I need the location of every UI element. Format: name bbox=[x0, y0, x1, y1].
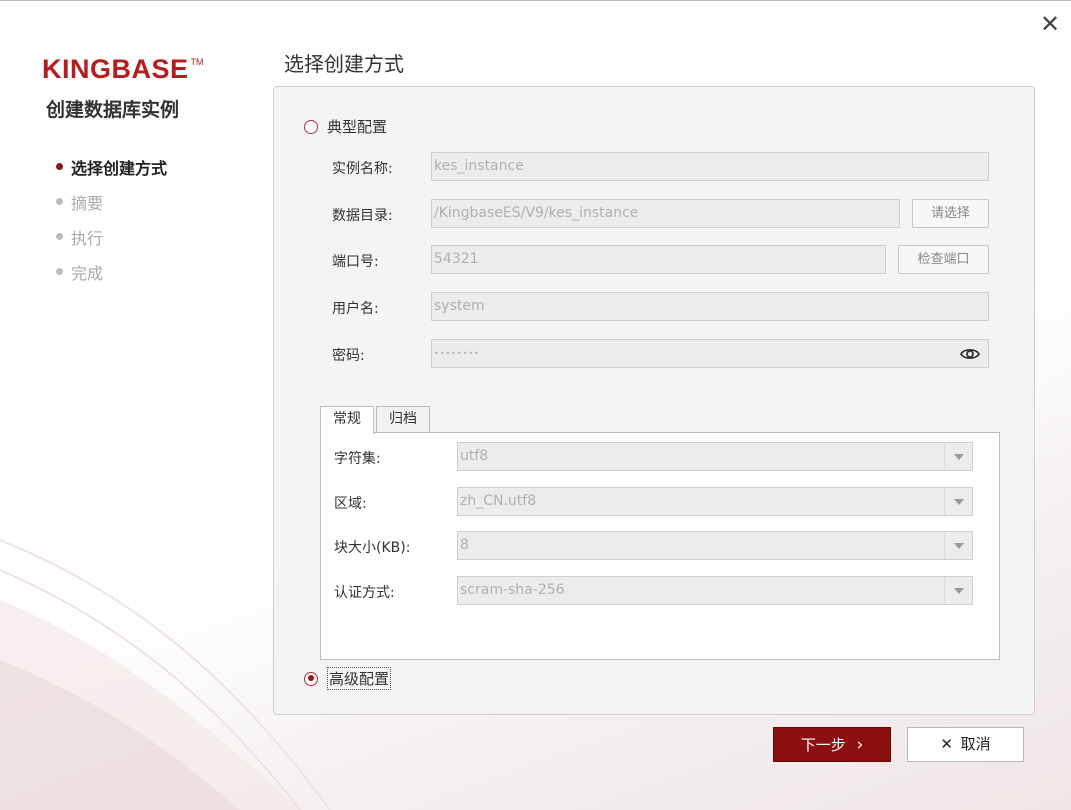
typical-config-label: 典型配置 bbox=[327, 118, 388, 136]
username-input[interactable]: system bbox=[431, 292, 989, 321]
locale-label: 区域: bbox=[334, 496, 367, 512]
chevron-down-icon[interactable] bbox=[944, 532, 972, 559]
app-subtitle: 创建数据库实例 bbox=[46, 99, 180, 121]
locale-select[interactable]: zh_CN.utf8 bbox=[457, 487, 973, 516]
step-label: 执行 bbox=[71, 228, 104, 248]
check-port-button[interactable]: 检查端口 bbox=[898, 245, 989, 274]
advanced-config-label: 高级配置 bbox=[327, 667, 392, 690]
password-label: 密码: bbox=[332, 348, 365, 364]
port-label: 端口号: bbox=[332, 254, 379, 270]
tab-archive[interactable]: 归档 bbox=[376, 406, 430, 433]
data-dir-input[interactable]: /KingbaseES/V9/kes_instance bbox=[431, 199, 900, 228]
chevron-right-icon: › bbox=[856, 735, 864, 755]
next-label: 下一步 bbox=[800, 736, 846, 754]
step-label: 摘要 bbox=[71, 193, 104, 213]
instance-name-label: 实例名称: bbox=[332, 161, 393, 177]
chevron-down-icon[interactable] bbox=[944, 443, 972, 470]
installer-window: ✕ KINGBASE TM 创建数据库实例 选择创建方式 摘要 执行 完成 选择… bbox=[0, 0, 1071, 810]
page-title: 选择创建方式 bbox=[284, 52, 404, 76]
block-size-value: 8 bbox=[460, 537, 469, 553]
step-bullet bbox=[56, 268, 63, 275]
password-mask: •••••••• bbox=[434, 349, 480, 358]
step-label: 完成 bbox=[71, 263, 104, 283]
data-dir-label: 数据目录: bbox=[332, 208, 393, 224]
step-execute: 执行 bbox=[56, 219, 167, 254]
advanced-config-option[interactable]: 高级配置 bbox=[304, 667, 392, 690]
charset-select[interactable]: utf8 bbox=[457, 442, 973, 471]
username-label: 用户名: bbox=[332, 301, 379, 317]
auth-method-value: scram-sha-256 bbox=[460, 582, 565, 598]
tab-general[interactable]: 常规 bbox=[320, 406, 374, 434]
charset-value: utf8 bbox=[460, 448, 489, 464]
locale-value: zh_CN.utf8 bbox=[460, 493, 537, 509]
advanced-config-radio[interactable] bbox=[304, 671, 318, 686]
step-bullet bbox=[56, 198, 63, 205]
step-label: 选择创建方式 bbox=[71, 158, 168, 178]
instance-name-input[interactable]: kes_instance bbox=[431, 152, 989, 181]
eye-icon[interactable] bbox=[960, 346, 980, 362]
cancel-label: 取消 bbox=[960, 735, 991, 753]
port-input[interactable]: 54321 bbox=[431, 245, 886, 274]
block-size-label: 块大小(KB): bbox=[334, 540, 411, 556]
chevron-down-icon[interactable] bbox=[944, 577, 972, 604]
logo-text: KINGBASE bbox=[42, 54, 189, 84]
password-input[interactable]: •••••••• bbox=[431, 339, 989, 368]
close-icon: ✕ bbox=[940, 735, 953, 753]
close-button[interactable]: ✕ bbox=[1039, 10, 1061, 38]
next-button[interactable]: 下一步 › bbox=[773, 727, 891, 762]
step-list: 选择创建方式 摘要 执行 完成 bbox=[56, 149, 167, 289]
logo-trademark: TM bbox=[190, 57, 204, 67]
step-bullet bbox=[56, 233, 63, 240]
step-summary: 摘要 bbox=[56, 184, 167, 219]
settings-tabs: 常规 归档 bbox=[320, 406, 432, 434]
block-size-select[interactable]: 8 bbox=[457, 531, 973, 560]
typical-config-radio[interactable] bbox=[304, 119, 318, 134]
auth-method-label: 认证方式: bbox=[334, 585, 395, 601]
browse-button[interactable]: 请选择 bbox=[912, 199, 989, 228]
typical-config-option[interactable]: 典型配置 bbox=[304, 116, 387, 137]
close-icon: ✕ bbox=[1039, 10, 1061, 38]
step-select-method: 选择创建方式 bbox=[56, 149, 167, 184]
cancel-button[interactable]: ✕ 取消 bbox=[907, 727, 1024, 762]
chevron-down-icon[interactable] bbox=[944, 488, 972, 515]
step-bullet bbox=[56, 163, 63, 170]
step-complete: 完成 bbox=[56, 254, 167, 289]
kingbase-logo: KINGBASE TM bbox=[42, 53, 204, 85]
charset-label: 字符集: bbox=[334, 451, 381, 467]
auth-method-select[interactable]: scram-sha-256 bbox=[457, 576, 973, 605]
